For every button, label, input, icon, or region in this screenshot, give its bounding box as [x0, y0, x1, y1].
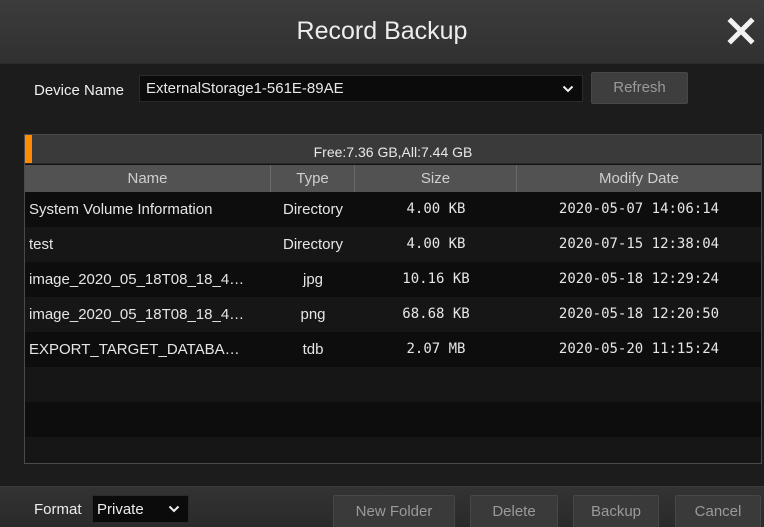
file-type: Directory: [282, 236, 343, 253]
file-list-panel: Free:7.36 GB,All:7.44 GB Name Type Size …: [24, 134, 762, 464]
close-icon[interactable]: [724, 14, 758, 48]
backup-button[interactable]: Backup: [573, 495, 659, 527]
file-size: 4.00 KB: [406, 236, 466, 252]
file-type: tdb: [302, 341, 324, 358]
table-row[interactable]: test Directory 4.00 KB 2020-07-15 12:38:…: [25, 227, 761, 262]
window-title: Record Backup: [296, 17, 468, 45]
file-name: System Volume Information: [29, 201, 213, 218]
storage-usage-bar: Free:7.36 GB,All:7.44 GB: [25, 135, 761, 164]
title-bar: Record Backup: [0, 0, 764, 64]
chevron-down-icon: [168, 505, 180, 513]
file-size: 2.07 MB: [406, 341, 466, 357]
device-name-value: ExternalStorage1-561E-89AE: [146, 80, 344, 97]
file-size: 4.00 KB: [406, 201, 466, 217]
new-folder-button[interactable]: New Folder: [333, 495, 455, 527]
column-header-type[interactable]: Type: [271, 165, 355, 192]
file-table-body: System Volume Information Directory 4.00…: [25, 192, 761, 463]
file-type: Directory: [282, 201, 343, 218]
empty-row: [25, 437, 761, 463]
delete-button[interactable]: Delete: [470, 495, 558, 527]
storage-usage-text: Free:7.36 GB,All:7.44 GB: [313, 144, 473, 160]
device-name-select[interactable]: ExternalStorage1-561E-89AE: [139, 75, 583, 102]
format-select[interactable]: Private: [92, 495, 189, 523]
refresh-button[interactable]: Refresh: [591, 72, 688, 104]
chevron-down-icon: [562, 85, 574, 93]
file-modify-date: 2020-07-15 12:38:04: [558, 236, 720, 252]
table-row[interactable]: System Volume Information Directory 4.00…: [25, 192, 761, 227]
file-modify-date: 2020-05-18 12:29:24: [558, 271, 720, 287]
file-type: png: [300, 306, 326, 323]
column-header-size[interactable]: Size: [355, 165, 517, 192]
empty-row: [25, 367, 761, 402]
file-name: image_2020_05_18T08_18_4…: [29, 306, 245, 323]
device-name-label: Device Name: [34, 82, 125, 99]
file-modify-date: 2020-05-18 12:20:50: [558, 306, 720, 322]
file-name: EXPORT_TARGET_DATABA…: [29, 341, 240, 358]
column-header-name[interactable]: Name: [25, 165, 271, 192]
cancel-button[interactable]: Cancel: [675, 495, 761, 527]
file-modify-date: 2020-05-20 11:15:24: [558, 341, 720, 357]
format-value: Private: [97, 501, 144, 518]
file-modify-date: 2020-05-07 14:06:14: [558, 201, 720, 217]
footer-bar: Format Private New Folder Delete Backup …: [0, 486, 764, 527]
table-row[interactable]: EXPORT_TARGET_DATABA… tdb 2.07 MB 2020-0…: [25, 332, 761, 367]
file-type: jpg: [302, 271, 324, 288]
table-row[interactable]: image_2020_05_18T08_18_4… png 68.68 KB 2…: [25, 297, 761, 332]
empty-row: [25, 402, 761, 437]
file-size: 10.16 KB: [402, 271, 470, 287]
file-size: 68.68 KB: [402, 306, 470, 322]
format-label: Format: [34, 501, 82, 518]
file-name: image_2020_05_18T08_18_4…: [29, 271, 245, 288]
device-row: Device Name ExternalStorage1-561E-89AE R…: [0, 64, 764, 128]
column-header-modify-date[interactable]: Modify Date: [517, 165, 761, 192]
table-header: Name Type Size Modify Date: [25, 165, 761, 192]
table-row[interactable]: image_2020_05_18T08_18_4… jpg 10.16 KB 2…: [25, 262, 761, 297]
file-name: test: [29, 236, 54, 253]
